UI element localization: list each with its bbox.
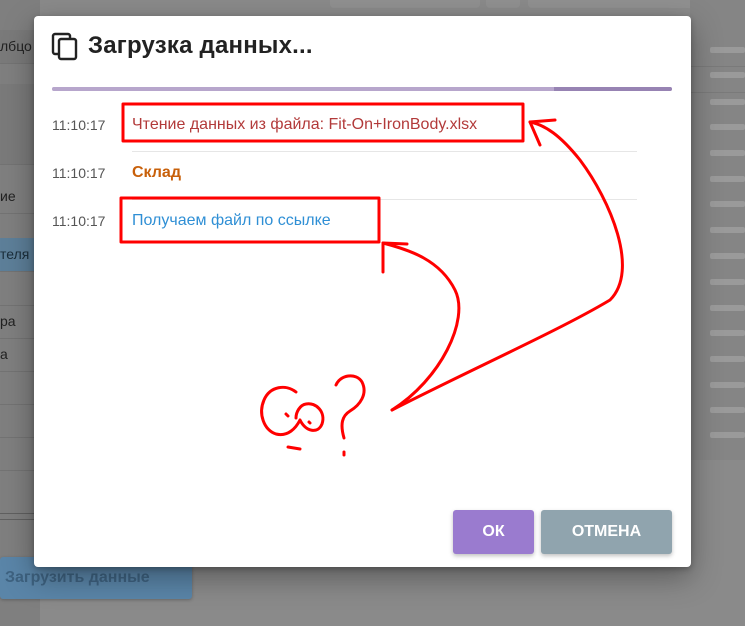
background-right-panel: [690, 0, 745, 460]
background-line: [710, 176, 745, 182]
background-divider: [690, 66, 745, 67]
background-line: [710, 279, 745, 285]
copy-icon: [51, 32, 78, 61]
background-scrollbar: [0, 513, 36, 520]
background-line: [710, 47, 745, 53]
background-line: [710, 201, 745, 207]
background-line: [710, 356, 745, 362]
ok-button[interactable]: ОК: [453, 510, 534, 554]
background-line: [710, 99, 745, 105]
background-top-tab: [330, 0, 480, 8]
log-timestamp: 11:10:17: [52, 213, 106, 229]
log-message: Склад: [132, 164, 181, 181]
dialog-title: Загрузка данных...: [88, 32, 313, 59]
log-entry: 11:10:17 Склад: [52, 158, 637, 206]
loading-dialog: Загрузка данных... 11:10:17 Чтение данны…: [34, 16, 691, 567]
background-divider: [690, 92, 745, 93]
log-list: 11:10:17 Чтение данных из файла: Fit-On+…: [52, 110, 637, 254]
cancel-button[interactable]: ОТМЕНА: [541, 510, 672, 554]
background-line: [710, 253, 745, 259]
log-divider: [132, 151, 637, 152]
log-divider: [132, 199, 637, 200]
background-line: [710, 227, 745, 233]
progress-indicator: [554, 87, 672, 91]
log-message: Чтение данных из файла: Fit-On+IronBody.…: [132, 116, 478, 133]
background-line: [710, 432, 745, 438]
dialog-header: Загрузка данных...: [50, 28, 313, 64]
background-line: [710, 124, 745, 130]
log-timestamp: 11:10:17: [52, 165, 106, 181]
background-line: [710, 305, 745, 311]
log-timestamp: 11:10:17: [52, 117, 106, 133]
log-entry: 11:10:17 Чтение данных из файла: Fit-On+…: [52, 110, 637, 158]
background-top-tab: [486, 0, 520, 8]
progress-bar: [52, 87, 672, 91]
background-line: [710, 407, 745, 413]
log-message: Получаем файл по ссылке: [132, 212, 331, 229]
log-entry: 11:10:17 Получаем файл по ссылке: [52, 206, 637, 254]
progress-fill: [52, 87, 567, 91]
background-line: [710, 72, 745, 78]
background-line: [710, 150, 745, 156]
background-line: [710, 330, 745, 336]
background-line: [710, 382, 745, 388]
